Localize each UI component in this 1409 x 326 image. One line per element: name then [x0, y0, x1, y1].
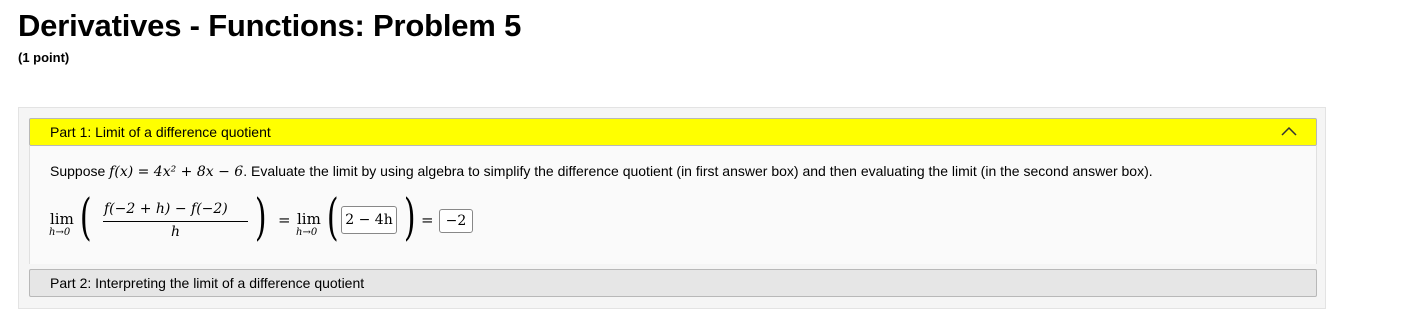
right-paren-1: ) [254, 188, 267, 246]
lim-operator-1: lim [50, 210, 74, 228]
equals-sign-1: = [278, 211, 291, 229]
part2-header[interactable]: Part 2: Interpreting the limit of a diff… [29, 269, 1317, 297]
statement-suffix: . Evaluate the limit by using algebra to… [243, 163, 1153, 179]
fraction-denominator: h [171, 224, 181, 240]
chevron-up-icon[interactable] [1280, 124, 1298, 138]
right-paren-2: ) [403, 188, 416, 246]
page-title: Derivatives - Functions: Problem 5 [18, 8, 522, 43]
answer-input-1[interactable]: 2 − 4h [341, 206, 397, 234]
part1-header-label: Part 1: Limit of a difference quotient [50, 124, 271, 140]
fraction-numerator: f(−2 + h) − f(−2) [104, 201, 228, 217]
equals-sign-2: = [421, 211, 434, 229]
left-paren-2: ( [326, 188, 339, 246]
lim-subscript-1: h→0 [49, 227, 71, 238]
limit-equation: lim h→0 ( f(−2 + h) − f(−2) h ) = lim h→… [48, 192, 648, 248]
fraction-bar [103, 221, 248, 222]
answer-input-2[interactable]: −2 [439, 209, 473, 233]
lim-operator-2: lim [297, 210, 321, 228]
function-expression: f(x) = 4x² + 8x − 6 [109, 164, 244, 180]
problem-statement: Suppose f(x) = 4x² + 8x − 6. Evaluate th… [50, 163, 1153, 180]
problem-points: (1 point) [18, 50, 70, 65]
statement-prefix: Suppose [50, 163, 110, 179]
lim-subscript-2: h→0 [296, 227, 318, 238]
part1-body: Suppose f(x) = 4x² + 8x − 6. Evaluate th… [29, 146, 1317, 264]
part2-header-label: Part 2: Interpreting the limit of a diff… [50, 275, 365, 291]
part1-header[interactable]: Part 1: Limit of a difference quotient [29, 118, 1317, 146]
left-paren-1: ( [79, 188, 92, 246]
